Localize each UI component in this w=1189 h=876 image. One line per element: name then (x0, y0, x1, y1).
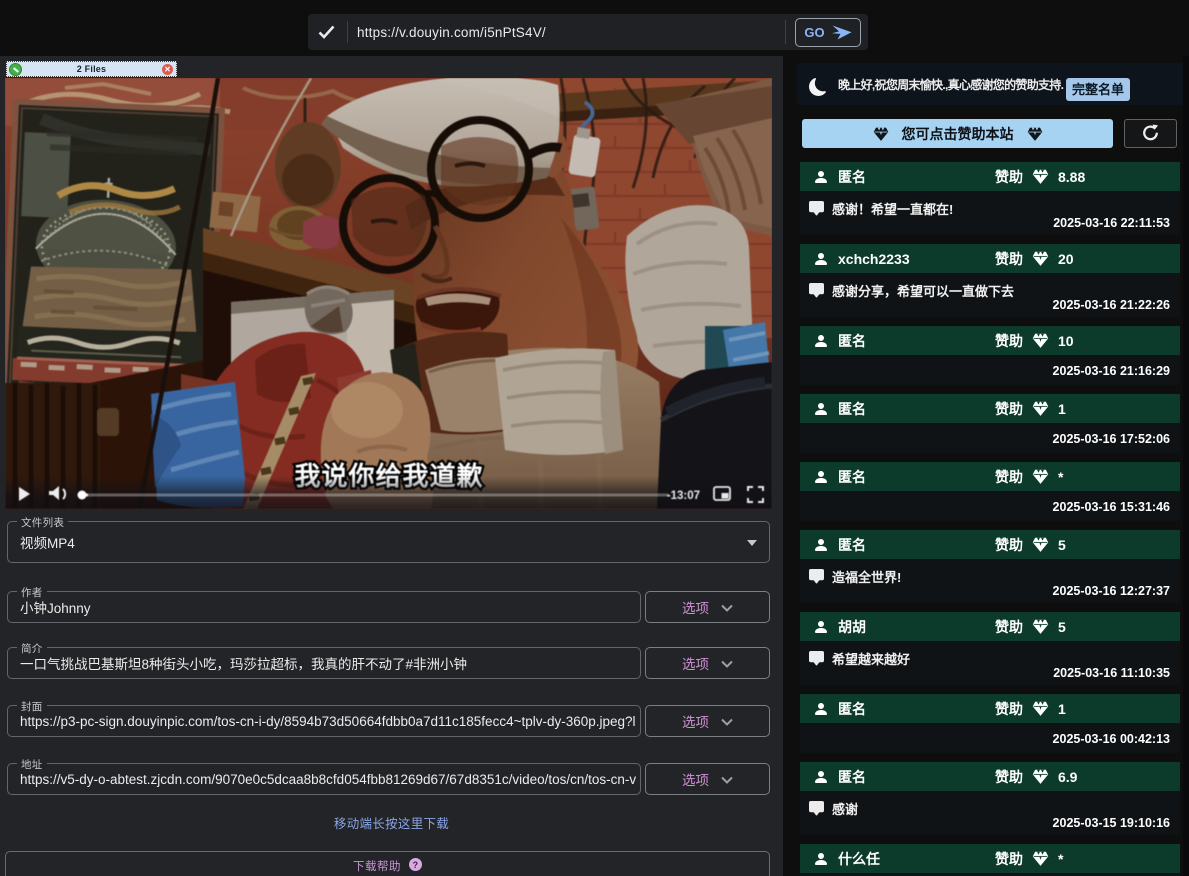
svg-text:-13:07: -13:07 (667, 490, 700, 502)
svg-text:?: ? (413, 860, 419, 870)
